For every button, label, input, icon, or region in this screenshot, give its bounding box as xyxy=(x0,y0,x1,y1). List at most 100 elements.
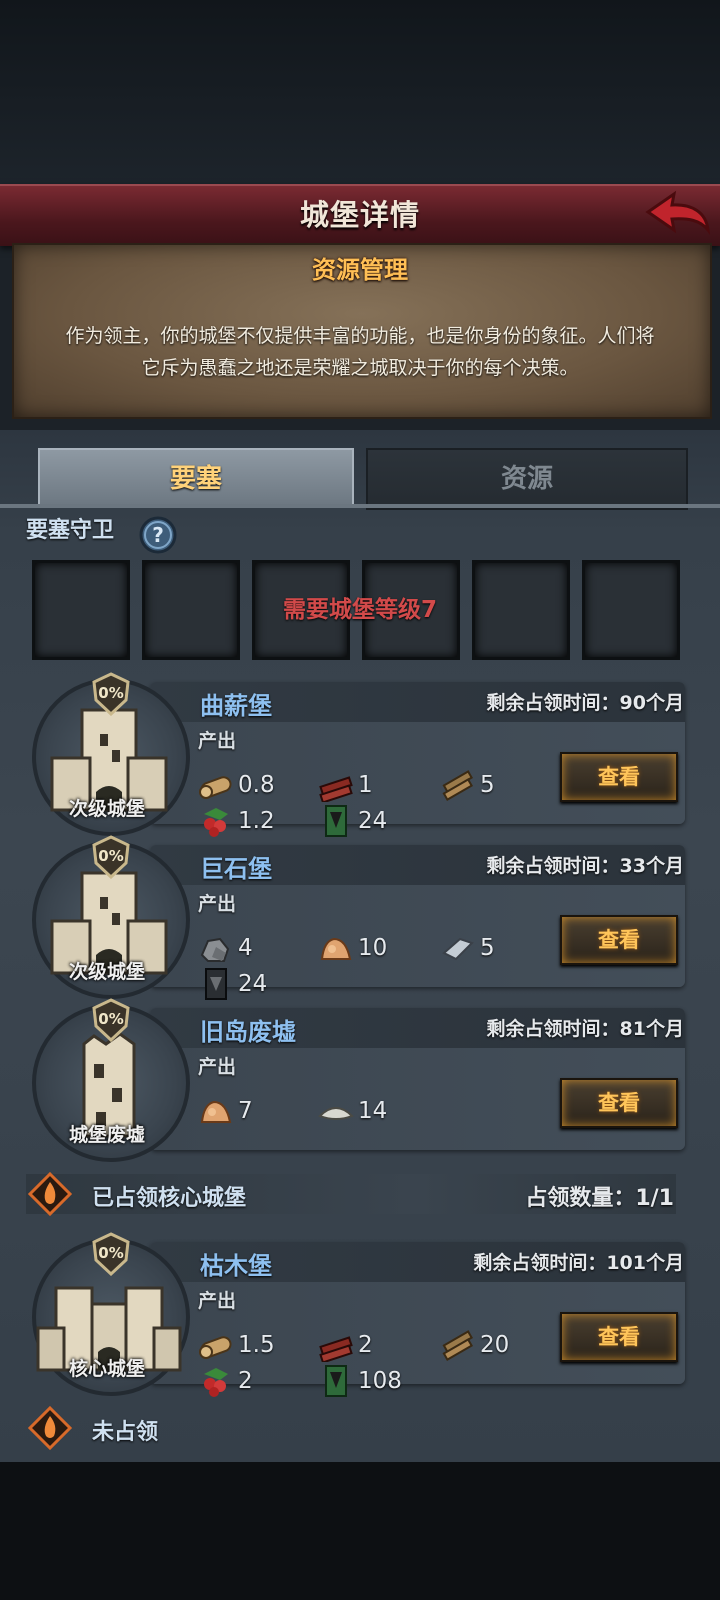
occupation-percent: 0% xyxy=(98,847,124,865)
resource-value: 7 xyxy=(238,1098,253,1124)
resource-value: 24 xyxy=(358,808,388,834)
resource-value: 1 xyxy=(358,772,373,798)
castle-type: 次级城堡 xyxy=(68,961,145,983)
occupation-percent: 0% xyxy=(98,1244,124,1262)
flame-icon xyxy=(28,1406,72,1450)
resource-item: 24 xyxy=(198,967,267,1001)
tab-fortress[interactable]: 要塞 xyxy=(38,448,354,508)
resource-item: 1 xyxy=(318,768,373,802)
red-timber-icon xyxy=(319,1336,353,1362)
remain-time: 剩余占领时间：90个月 xyxy=(487,688,684,715)
green-banner-icon xyxy=(325,1365,347,1397)
resource-value: 4 xyxy=(238,935,253,961)
castle-name: 枯木堡 xyxy=(200,1252,272,1280)
title-bar: 城堡详情 xyxy=(0,184,720,246)
resource-item: 0.8 xyxy=(198,768,275,802)
dark-banner-icon xyxy=(205,968,227,1000)
resource-value: 1.5 xyxy=(238,1332,275,1358)
iron-ingot-icon xyxy=(442,937,474,961)
remain-value: 90个月 xyxy=(619,692,684,714)
remain-label: 剩余占领时间： xyxy=(486,1018,620,1040)
unoccupied-section-label: 未占领 xyxy=(92,1420,159,1445)
view-button[interactable]: 查看 xyxy=(560,915,678,965)
resource-item: 7 xyxy=(198,1094,253,1128)
back-button[interactable] xyxy=(644,190,712,240)
ore-icon xyxy=(320,937,352,960)
output-label: 产出 xyxy=(198,1056,237,1078)
resource-value: 5 xyxy=(480,935,495,961)
tab-resources[interactable]: 资源 xyxy=(366,448,688,510)
remain-time: 剩余占领时间：33个月 xyxy=(487,851,684,878)
info-desc-line-2: 它斥为愚蠢之地还是荣耀之城取决于你的每个决策。 xyxy=(141,357,579,379)
guard-slot[interactable] xyxy=(142,560,240,660)
salt-icon xyxy=(318,1107,354,1120)
resource-item: 20 xyxy=(440,1328,509,1362)
remain-time: 剩余占领时间：81个月 xyxy=(487,1014,684,1041)
berries-icon xyxy=(204,808,228,837)
view-button[interactable]: 查看 xyxy=(560,1078,678,1128)
flame-icon xyxy=(28,1172,72,1216)
occupied-count: 占领数量：1/1 xyxy=(525,1180,674,1212)
planks-icon xyxy=(442,770,473,801)
occupied-count-label: 占领数量： xyxy=(525,1186,636,1211)
resource-value: 10 xyxy=(358,935,388,961)
guards-label: 要塞守卫 xyxy=(26,518,115,543)
occupation-percent: 0% xyxy=(98,1010,124,1028)
resource-item: 1.5 xyxy=(198,1328,275,1362)
resource-value: 2 xyxy=(238,1368,253,1394)
output-label: 产出 xyxy=(198,730,237,752)
castle-type: 城堡废墟 xyxy=(68,1124,145,1146)
resource-item: 14 xyxy=(318,1094,387,1128)
question-icon: ? xyxy=(139,516,177,554)
remain-value: 33个月 xyxy=(619,855,684,877)
castle-type: 次级城堡 xyxy=(68,798,145,820)
guard-slot[interactable] xyxy=(32,560,130,660)
resource-item: 10 xyxy=(318,931,387,965)
resource-value: 2 xyxy=(358,1332,373,1358)
view-button[interactable]: 查看 xyxy=(560,1312,678,1362)
resource-value: 14 xyxy=(358,1098,388,1124)
castle-name: 巨石堡 xyxy=(200,855,272,883)
occupation-percent: 0% xyxy=(98,684,124,702)
castle-name: 曲薪堡 xyxy=(200,692,272,720)
resource-value: 24 xyxy=(238,971,268,997)
svg-text:?: ? xyxy=(152,523,164,547)
guard-slot[interactable] xyxy=(472,560,570,660)
wood-log-icon xyxy=(199,1336,232,1359)
guard-locked-text: 需要城堡等级7 xyxy=(282,597,437,623)
resource-item: 108 xyxy=(318,1364,402,1398)
remain-label: 剩余占领时间： xyxy=(486,855,620,877)
wood-log-icon xyxy=(199,776,232,799)
resource-item: 2 xyxy=(198,1364,253,1398)
resource-item: 24 xyxy=(318,804,387,838)
planks-icon xyxy=(442,1330,473,1361)
red-timber-icon xyxy=(319,776,353,802)
resource-value: 108 xyxy=(358,1368,402,1394)
view-button[interactable]: 查看 xyxy=(560,752,678,802)
remain-label: 剩余占领时间： xyxy=(486,692,620,714)
berries-icon xyxy=(204,1368,228,1397)
resource-item: 4 xyxy=(198,931,253,965)
resource-value: 1.2 xyxy=(238,808,275,834)
castle-type: 核心城堡 xyxy=(68,1358,145,1380)
bottom-background xyxy=(0,1462,720,1600)
tab-divider xyxy=(0,504,720,508)
resource-value: 0.8 xyxy=(238,772,275,798)
back-arrow-icon xyxy=(645,190,711,235)
remain-value: 101个月 xyxy=(606,1252,684,1274)
resource-value: 5 xyxy=(480,772,495,798)
resource-item: 2 xyxy=(318,1328,373,1362)
core-section-label: 已占领核心城堡 xyxy=(92,1186,247,1211)
help-button[interactable]: ? xyxy=(138,515,178,555)
info-description: 作为领主，你的城堡不仅提供丰富的功能，也是你身份的象征。人们将 它斥为愚蠢之地还… xyxy=(40,320,680,384)
output-label: 产出 xyxy=(198,893,237,915)
output-label: 产出 xyxy=(198,1290,237,1312)
castle-name: 旧岛废墟 xyxy=(200,1018,296,1046)
resource-value: 20 xyxy=(480,1332,510,1358)
guard-slot[interactable] xyxy=(582,560,680,660)
resource-item: 5 xyxy=(440,768,495,802)
stone-icon xyxy=(200,937,230,962)
top-background xyxy=(0,0,720,185)
page-title: 城堡详情 xyxy=(299,198,420,232)
resource-item: 1.2 xyxy=(198,804,275,838)
